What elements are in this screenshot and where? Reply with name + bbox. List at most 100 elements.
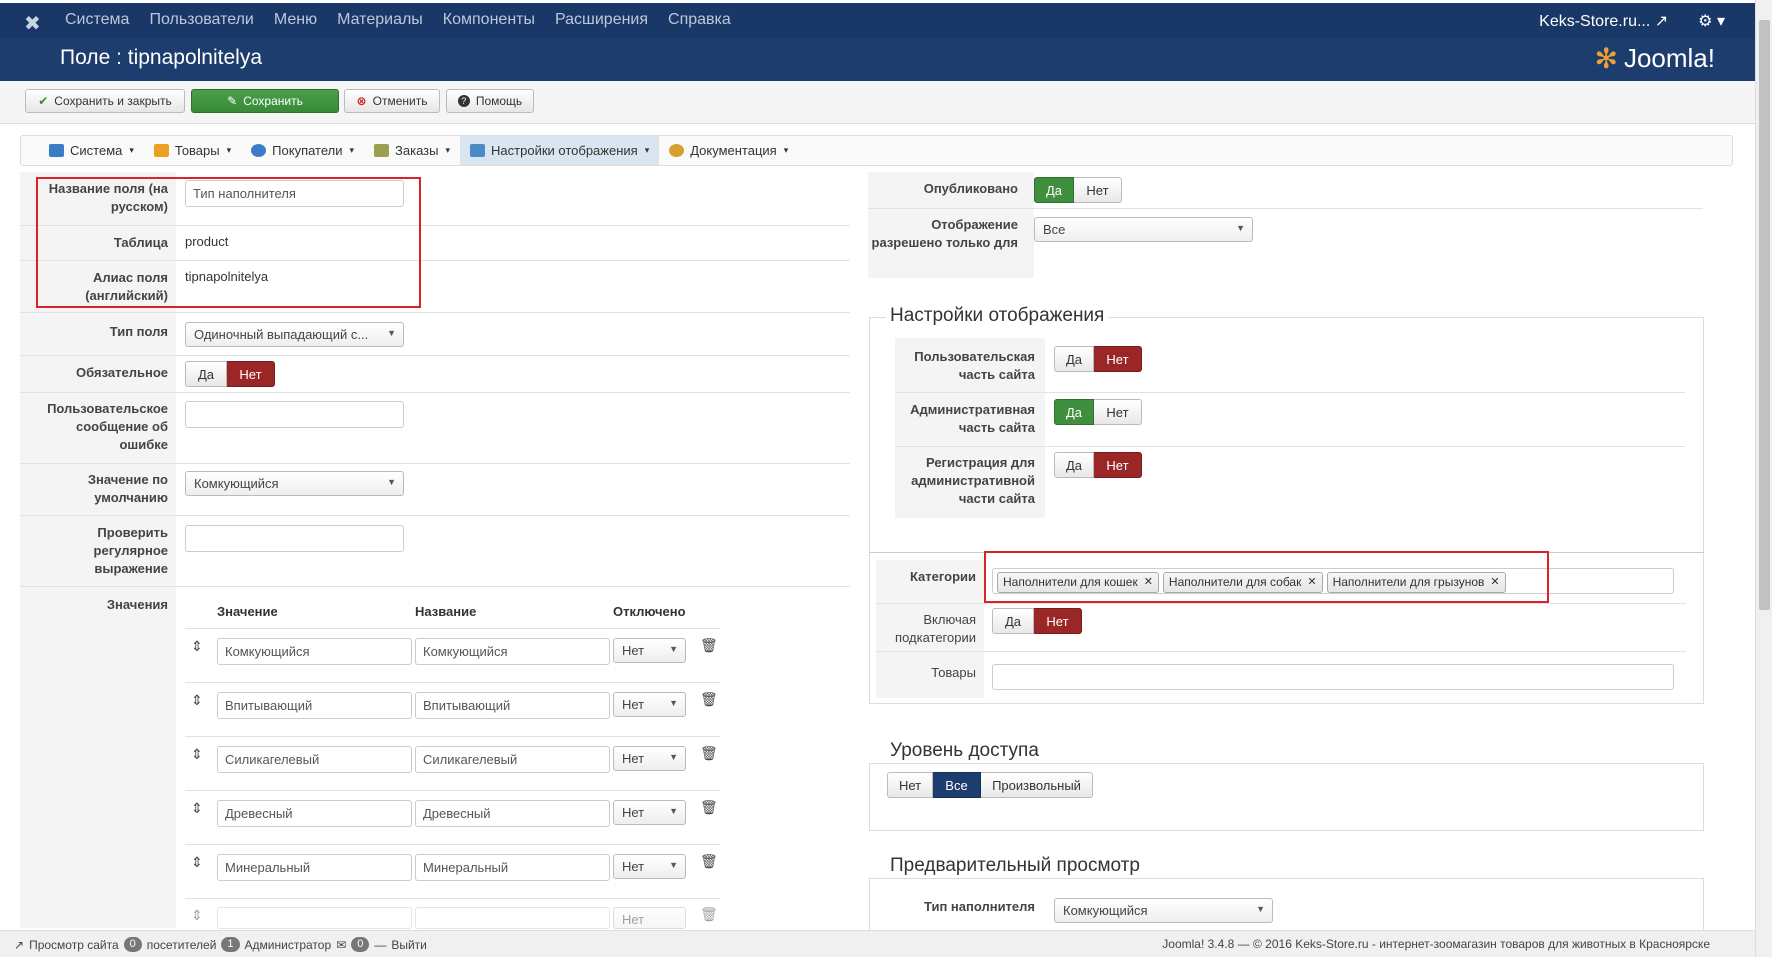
joomla-logo-icon[interactable]: ✖ — [24, 11, 41, 36]
field-type-select[interactable]: Одиночный выпадающий с... ▼ — [185, 322, 404, 347]
row-disabled-select[interactable]: Нет — [613, 907, 686, 929]
vertical-scrollbar[interactable] — [1755, 0, 1772, 957]
row-disabled-select[interactable]: Нет ▼ — [613, 692, 686, 717]
required-label: Обязательное — [76, 365, 168, 380]
col-header-name: Название — [415, 604, 477, 619]
submenu-products[interactable]: Товары ▾ — [144, 136, 241, 165]
submenu-display-settings[interactable]: Настройки отображения ▾ — [460, 136, 660, 165]
chevron-down-icon: ▼ — [669, 806, 678, 816]
products-input[interactable] — [992, 664, 1674, 690]
minus-icon: — — [374, 937, 387, 952]
scrollbar-thumb[interactable] — [1759, 20, 1770, 610]
check-icon: ✔ — [38, 94, 49, 108]
required-no-button[interactable]: Нет — [227, 361, 275, 387]
registration-no-button[interactable]: Нет — [1094, 452, 1142, 478]
required-yes-button[interactable]: Да — [185, 361, 227, 387]
submenu-system[interactable]: Система ▾ — [39, 136, 144, 165]
logout-link[interactable]: Выйти — [391, 938, 427, 952]
row-name-input[interactable] — [415, 907, 610, 929]
drag-handle-icon[interactable]: ⇕ — [191, 746, 203, 763]
menu-menus[interactable]: Меню — [274, 11, 317, 29]
admin-no-button[interactable]: Нет — [1094, 399, 1142, 425]
messages-badge[interactable]: 0 — [351, 937, 370, 952]
published-yes-button[interactable]: Да — [1034, 177, 1074, 203]
save-and-close-button[interactable]: ✔ Сохранить и закрыть — [25, 89, 185, 113]
trash-icon[interactable]: 🗑 — [700, 799, 718, 816]
frontend-no-button[interactable]: Нет — [1094, 346, 1142, 372]
toolbar: ✔ Сохранить и закрыть ✎ Сохранить ⊗ Отме… — [0, 81, 1755, 124]
categories-label: Категории — [909, 569, 976, 584]
row-name-input[interactable]: Силикагелевый — [415, 746, 610, 773]
preview-select[interactable]: Комкующийся ▼ — [1054, 898, 1273, 923]
row-value-input[interactable]: Древесный — [217, 800, 412, 827]
menu-help[interactable]: Справка — [668, 11, 731, 29]
row-disabled-select[interactable]: Нет ▼ — [613, 854, 686, 879]
page-header: Поле : tipnapolnitelya ✻ Joomla! — [0, 38, 1755, 81]
row-disabled-select[interactable]: Нет ▼ — [613, 746, 686, 771]
row-value-input[interactable] — [217, 907, 412, 929]
published-no-button[interactable]: Нет — [1074, 177, 1122, 203]
row-value-input[interactable]: Минеральный — [217, 854, 412, 881]
default-value-select[interactable]: Комкующийся ▼ — [185, 471, 404, 496]
row-name-input[interactable]: Впитывающий — [415, 692, 610, 719]
view-site-link[interactable]: Просмотр сайта — [29, 938, 119, 952]
access-none-button[interactable]: Нет — [887, 772, 933, 798]
top-menu: Система Пользователи Меню Материалы Комп… — [65, 11, 731, 29]
error-message-input[interactable] — [185, 401, 404, 428]
registration-yes-button[interactable]: Да — [1054, 452, 1094, 478]
drag-handle-icon[interactable]: ⇕ — [191, 692, 203, 709]
visible-for-select[interactable]: Все ▼ — [1034, 217, 1253, 242]
menu-users[interactable]: Пользователи — [149, 11, 253, 29]
admin-toggle: Да Нет — [1054, 399, 1142, 425]
regex-label: Проверить регулярное выражение — [93, 525, 168, 576]
row-disabled-select[interactable]: Нет ▼ — [613, 638, 686, 663]
status-bar: ↗ Просмотр сайта 0 посетителей 1 Админис… — [0, 930, 1755, 957]
admins-label: Администратор — [244, 937, 332, 952]
row-name-input[interactable]: Древесный — [415, 800, 610, 827]
visible-for-label: Отображение разрешено только для — [871, 217, 1018, 250]
menu-components[interactable]: Компоненты — [443, 11, 535, 29]
submenu-orders[interactable]: Заказы ▾ — [364, 136, 460, 165]
row-disabled-select[interactable]: Нет ▼ — [613, 800, 686, 825]
trash-icon[interactable]: 🗑 — [700, 691, 718, 708]
trash-icon[interactable]: 🗑 — [700, 637, 718, 654]
row-value-input[interactable]: Комкующийся — [217, 638, 412, 665]
gear-icon[interactable]: ⚙ ▾ — [1698, 11, 1725, 31]
drag-handle-icon[interactable]: ⇕ — [191, 638, 203, 655]
row-name-input[interactable]: Комкующийся — [415, 638, 610, 665]
menu-extensions[interactable]: Расширения — [555, 11, 648, 29]
submenu-customers[interactable]: Покупатели ▾ — [241, 136, 364, 165]
access-custom-button[interactable]: Произвольный — [981, 772, 1093, 798]
values-label: Значения — [106, 597, 168, 612]
row-value-input[interactable]: Впитывающий — [217, 692, 412, 719]
subcategories-label: Включая подкатегории — [895, 612, 976, 645]
drag-handle-icon[interactable]: ⇕ — [191, 800, 203, 817]
access-all-button[interactable]: Все — [933, 772, 981, 798]
subcategories-yes-button[interactable]: Да — [992, 608, 1034, 634]
menu-content[interactable]: Материалы — [337, 11, 423, 29]
cancel-button[interactable]: ⊗ Отменить — [344, 89, 440, 113]
menu-system[interactable]: Система — [65, 11, 129, 29]
drag-handle-icon[interactable]: ⇕ — [191, 907, 203, 924]
chevron-down-icon: ▼ — [1236, 223, 1245, 233]
submenu-docs[interactable]: Документация ▾ — [659, 136, 798, 165]
trash-icon[interactable]: 🗑 — [700, 906, 718, 923]
row-value-input[interactable]: Силикагелевый — [217, 746, 412, 773]
save-button[interactable]: ✎ Сохранить — [191, 89, 339, 113]
trash-icon[interactable]: 🗑 — [700, 745, 718, 762]
frontend-yes-button[interactable]: Да — [1054, 346, 1094, 372]
trash-icon[interactable]: 🗑 — [700, 853, 718, 870]
joomla-mark-icon: ✻ — [1594, 43, 1618, 74]
site-link[interactable]: Keks-Store.ru... ↗ — [1539, 11, 1668, 31]
drag-handle-icon[interactable]: ⇕ — [191, 854, 203, 871]
display-icon — [470, 144, 486, 157]
regex-input[interactable] — [185, 525, 404, 552]
admin-yes-button[interactable]: Да — [1054, 399, 1094, 425]
orders-icon — [374, 144, 390, 157]
subcategories-no-button[interactable]: Нет — [1034, 608, 1082, 634]
preview-field-label: Тип наполнителя — [924, 899, 1035, 914]
help-button[interactable]: ? Помощь — [446, 89, 534, 113]
cancel-icon: ⊗ — [356, 94, 367, 108]
row-name-input[interactable]: Минеральный — [415, 854, 610, 881]
top-navbar: ✖ Система Пользователи Меню Материалы Ко… — [0, 0, 1755, 38]
